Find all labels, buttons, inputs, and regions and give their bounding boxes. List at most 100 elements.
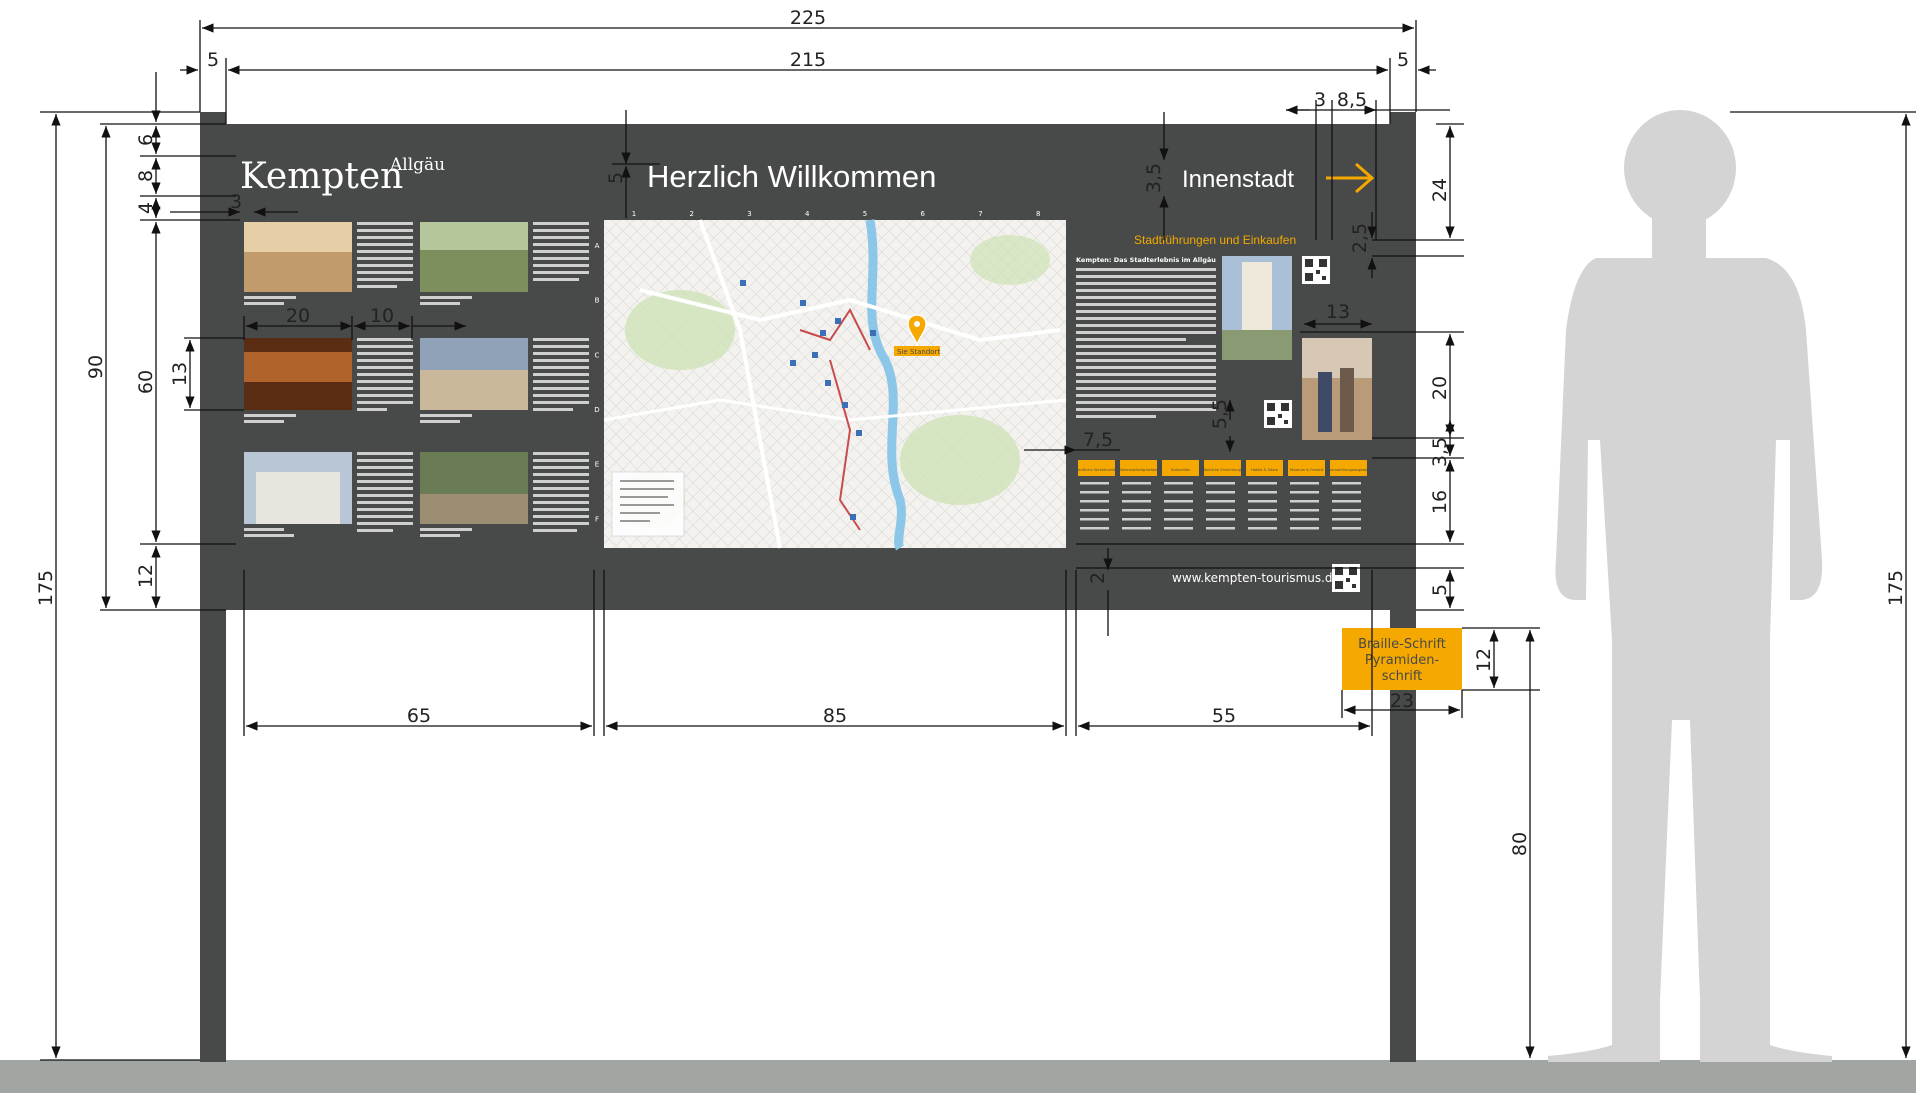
- category-entry: [1248, 500, 1277, 503]
- website-url: www.kempten-tourismus.de: [1172, 571, 1340, 585]
- map-column-label: 2: [690, 210, 694, 218]
- category-entry: [1080, 491, 1109, 494]
- dim-6: 6: [135, 134, 157, 146]
- category-entry: [1290, 500, 1319, 503]
- dim-13-qr: 13: [1326, 301, 1350, 323]
- category-entry: [1248, 491, 1277, 494]
- logo-kempten: Kempten: [240, 156, 403, 197]
- category-header: Hotels & Gäste: [1251, 468, 1279, 472]
- dim-225: 225: [790, 7, 826, 29]
- category-header: Übernachtungsangebote: [1326, 467, 1371, 472]
- category-header: Sehenswürdig-keiten: [1120, 468, 1158, 472]
- ground: [0, 1060, 1916, 1093]
- category-entry: [1332, 509, 1361, 512]
- category-entry: [1332, 482, 1361, 485]
- dim-175-right: 175: [1885, 570, 1907, 606]
- dim-10-photo: 10: [370, 305, 394, 327]
- dim-2: 2: [1087, 572, 1109, 584]
- category-entry: [1248, 509, 1277, 512]
- category-entry: [1332, 500, 1361, 503]
- qr-code-icon: [1302, 256, 1330, 284]
- category-entry: [1122, 518, 1151, 521]
- category-entry: [1164, 527, 1193, 530]
- category-entry: [1332, 527, 1361, 530]
- dim-5-bottom: 5: [1429, 584, 1451, 596]
- category-entry: [1122, 491, 1151, 494]
- dim-4: 4: [135, 202, 157, 214]
- braille-line3: schrift: [1382, 669, 1423, 684]
- category-entry: [1080, 509, 1109, 512]
- category-entry: [1164, 518, 1193, 521]
- category-entry: [1206, 482, 1235, 485]
- category-entry: [1206, 518, 1235, 521]
- dim-55-col: 55: [1212, 705, 1236, 727]
- category-entry: [1122, 527, 1151, 530]
- dim-top-right-3: 3: [1314, 89, 1326, 111]
- board-title: Herzlich Willkommen: [647, 159, 936, 194]
- category-entry: [1248, 527, 1277, 530]
- dim-35-right: 3,5: [1429, 437, 1451, 467]
- category-entry: [1080, 518, 1109, 521]
- category-entry: [1122, 509, 1151, 512]
- dim-175-left: 175: [35, 570, 57, 606]
- qr-code-icon: [1264, 400, 1292, 428]
- dim-85: 85: [823, 705, 847, 727]
- map-row-label: D: [594, 406, 599, 414]
- category-entry: [1206, 491, 1235, 494]
- dim-20-photo: 20: [286, 305, 310, 327]
- dim-post-right: 5: [1397, 49, 1409, 71]
- dim-16: 16: [1429, 490, 1451, 514]
- category-entry: [1080, 482, 1109, 485]
- dim-25: 2,5: [1349, 223, 1371, 253]
- map-column-label: 8: [1036, 210, 1040, 218]
- category-header: Öffentliche Verkehrsmittel: [1073, 467, 1120, 472]
- category-entry: [1164, 482, 1193, 485]
- category-entry: [1332, 518, 1361, 521]
- category-entry: [1332, 491, 1361, 494]
- intro-heading: Kempten: Das Stadterlebnis im Allgäu: [1076, 256, 1216, 264]
- category-entry: [1206, 509, 1235, 512]
- dim-60: 60: [135, 370, 157, 394]
- map-column-label: 1: [632, 210, 636, 218]
- dim-8: 8: [135, 170, 157, 182]
- map-row-label: A: [595, 242, 600, 250]
- dim-12-braille: 12: [1473, 648, 1495, 672]
- map-column-label: 7: [978, 210, 982, 218]
- dim-80: 80: [1509, 832, 1531, 856]
- map-row-label: F: [595, 515, 599, 523]
- map-row-label: C: [595, 351, 600, 359]
- dim-post-left: 5: [207, 49, 219, 71]
- category-entry: [1164, 509, 1193, 512]
- dim-20-right: 20: [1429, 376, 1451, 400]
- category-entry: [1290, 482, 1319, 485]
- category-entry: [1290, 491, 1319, 494]
- category-entry: [1206, 500, 1235, 503]
- category-header: Kulturelles: [1171, 468, 1190, 472]
- dim-90: 90: [85, 355, 107, 379]
- category-entry: [1122, 500, 1151, 503]
- category-header: Museum & Freizeit: [1290, 468, 1324, 472]
- dim-35-innen: 3,5: [1143, 163, 1165, 193]
- category-entry: [1122, 482, 1151, 485]
- dim-5-title: 5: [605, 172, 627, 184]
- dim-215: 215: [790, 49, 826, 71]
- category-entry: [1248, 518, 1277, 521]
- category-entry: [1290, 527, 1319, 530]
- person-silhouette: [1548, 110, 1832, 1062]
- logo-allgaeu: Allgäu: [389, 155, 445, 175]
- dim-12-left: 12: [135, 564, 157, 588]
- map-you-are-here-label: Sie Standort: [897, 348, 940, 356]
- map-column-label: 4: [805, 210, 810, 218]
- category-entry: [1290, 509, 1319, 512]
- dim-75: 7,5: [1083, 429, 1113, 451]
- category-entry: [1248, 482, 1277, 485]
- board-subtitle: Stadtführungen und Einkaufen: [1134, 233, 1296, 247]
- sign-elevation-drawing: Kempten Allgäu Herzlich Willkommen Innen…: [0, 7, 1916, 1093]
- category-entry: [1164, 500, 1193, 503]
- post-left: [200, 112, 226, 1062]
- dim-24: 24: [1429, 178, 1451, 202]
- dim-3-left: 3: [230, 191, 242, 213]
- map-row-label: E: [595, 461, 599, 469]
- dim-23: 23: [1390, 690, 1414, 712]
- map-column-label: 6: [921, 210, 926, 218]
